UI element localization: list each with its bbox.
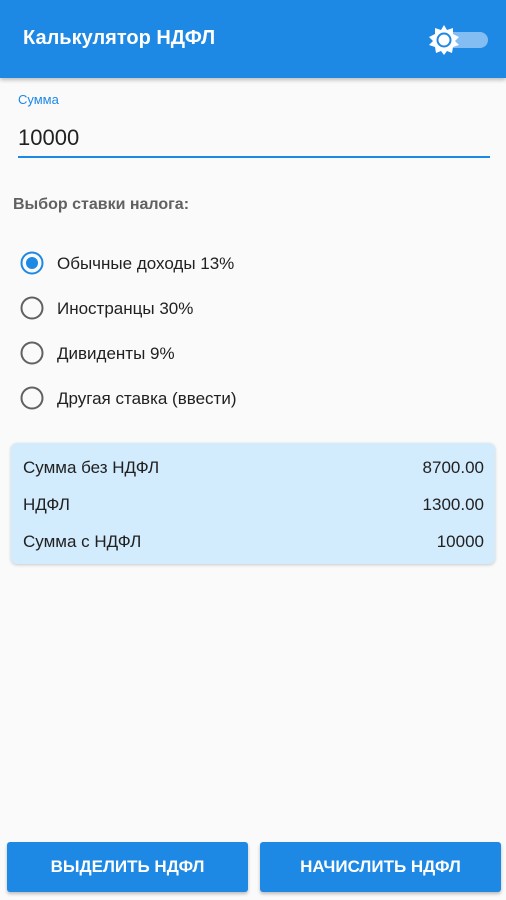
result-row-without-tax: Сумма без НДФЛ 8700.00	[23, 455, 484, 479]
radio-label: Дивиденты 9%	[57, 344, 175, 363]
result-label: НДФЛ	[23, 495, 70, 514]
app-bar: Калькулятор НДФЛ	[0, 0, 506, 78]
brightness-sun-icon	[429, 25, 459, 55]
result-value: 1300.00	[422, 495, 484, 514]
app-title: Калькулятор НДФЛ	[23, 27, 216, 49]
result-label: Сумма без НДФЛ	[23, 458, 160, 477]
tax-rate-option-foreigners[interactable]: Иностранцы 30%	[18, 292, 318, 324]
tax-rate-option-dividends[interactable]: Дивиденты 9%	[18, 337, 318, 369]
radio-unselected-icon[interactable]	[20, 341, 44, 365]
radio-unselected-icon[interactable]	[20, 296, 44, 320]
tax-rate-heading: Выбор ставки налога:	[13, 196, 190, 213]
result-row-tax: НДФЛ 1300.00	[23, 492, 484, 516]
amount-input[interactable]	[18, 120, 490, 158]
result-value: 10000	[436, 532, 484, 551]
radio-unselected-icon[interactable]	[20, 386, 44, 410]
add-tax-button[interactable]: НАЧИСЛИТЬ НДФЛ	[260, 842, 501, 892]
result-label: Сумма с НДФЛ	[23, 532, 142, 551]
radio-label: Другая ставка (ввести)	[57, 389, 237, 408]
result-row-with-tax: Сумма с НДФЛ 10000	[23, 529, 484, 553]
amount-field-label: Сумма	[18, 92, 59, 107]
radio-label: Обычные доходы 13%	[57, 254, 235, 273]
tax-rate-option-custom[interactable]: Другая ставка (ввести)	[18, 382, 318, 414]
result-card: Сумма без НДФЛ 8700.00 НДФЛ 1300.00 Сумм…	[11, 443, 495, 564]
radio-selected-icon[interactable]	[20, 251, 44, 275]
theme-toggle-switch[interactable]	[428, 24, 492, 56]
tax-rate-option-regular[interactable]: Обычные доходы 13%	[18, 247, 318, 279]
result-value: 8700.00	[422, 458, 484, 477]
extract-tax-button[interactable]: ВЫДЕЛИТЬ НДФЛ	[7, 842, 248, 892]
radio-label: Иностранцы 30%	[57, 299, 194, 318]
